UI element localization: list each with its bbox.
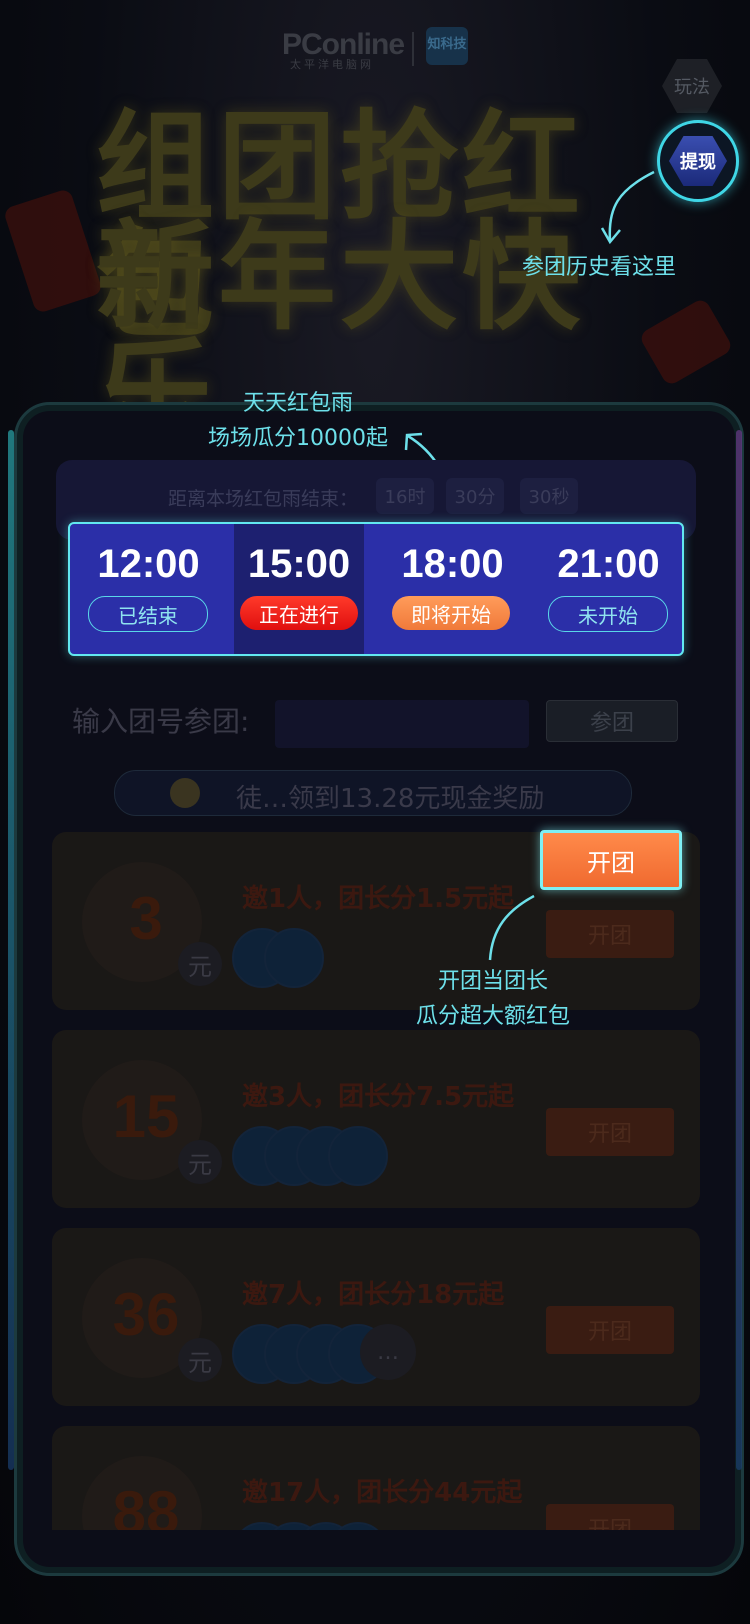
open-team-button[interactable]: 开团 — [546, 910, 674, 958]
open-hint-line1: 开团当团长 — [437, 969, 548, 994]
open-team-highlight-button[interactable]: 开团 — [540, 830, 682, 890]
open-team-button[interactable]: 开团 — [546, 1306, 674, 1354]
team-card: 36 元 邀7人，团长分18元起 … 开团 — [52, 1228, 700, 1406]
more-members-indicator: … — [360, 1324, 416, 1380]
open-hint-line2: 瓜分超大额红包 — [415, 1004, 570, 1029]
avatar — [328, 1126, 388, 1186]
open-team-button[interactable]: 开团 — [546, 1108, 674, 1156]
arrow-icon — [488, 894, 535, 961]
card-title: 邀17人，团长分44元起 — [242, 1478, 523, 1508]
reward-unit: 元 — [178, 1140, 222, 1184]
reward-unit: 元 — [178, 1338, 222, 1382]
team-card: 88 元 邀17人，团长分44元起 开团 — [52, 1426, 700, 1530]
team-card: 15 元 邀3人，团长分7.5元起 开团 — [52, 1030, 700, 1208]
card-title: 邀3人，团长分7.5元起 — [242, 1082, 515, 1112]
card-title: 邀1人，团长分1.5元起 — [242, 884, 515, 914]
reward-amount: 88 — [112, 1479, 180, 1530]
open-team-button[interactable]: 开团 — [546, 1504, 674, 1530]
avatar — [264, 928, 324, 988]
card-title: 邀7人，团长分18元起 — [242, 1280, 505, 1310]
reward-unit: 元 — [178, 942, 222, 986]
open-team-hint: 开团当团长 瓜分超大额红包 — [408, 964, 578, 1034]
